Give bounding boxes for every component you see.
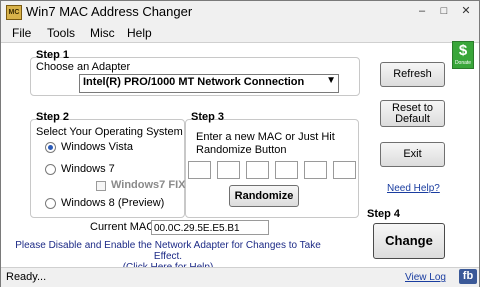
donate-label: Donate [454,60,472,66]
os-label: Select Your Operating System [36,126,183,138]
windows7-fix-checkbox[interactable] [96,181,106,191]
randomize-button[interactable]: Randomize [229,185,299,207]
mac-octet-6[interactable] [333,161,356,179]
menu-tools[interactable]: Tools [47,26,75,40]
note-line1: Please Disable and Enable the Network Ad… [15,240,321,262]
title-bar[interactable]: MC Win7 MAC Address Changer – □ ✕ [1,1,479,23]
option-windows-8-label: Windows 8 (Preview) [61,197,165,209]
mac-octet-1[interactable] [188,161,211,179]
step1-heading: Step 1 [36,49,70,61]
exit-button[interactable]: Exit [380,142,445,167]
adapter-select[interactable]: Intel(R) PRO/1000 MT Network Connection … [79,74,339,93]
current-mac-field: 00.0C.29.5E.E5.B1 [151,220,269,235]
mac-octet-5[interactable] [304,161,327,179]
change-label: Change [385,233,433,248]
refresh-label: Refresh [393,68,432,80]
randomize-label: Randomize [234,190,294,202]
current-mac-label: Current MAC [90,221,155,233]
windows7-fix-label: Windows7 FIX [111,179,186,191]
need-help-link[interactable]: Need Help? [387,183,440,194]
mac-octet-2[interactable] [217,161,240,179]
refresh-button[interactable]: Refresh [380,62,445,87]
facebook-icon[interactable]: fb [459,269,477,284]
donate-badge[interactable]: $ Donate [452,41,474,69]
window-title: Win7 MAC Address Changer [26,4,193,19]
step4-heading: Step 4 [367,208,401,220]
menu-bar: File Tools Misc Help [1,25,479,42]
adapter-selected-value: Intel(R) PRO/1000 MT Network Connection [83,76,305,88]
radio-windows-8[interactable] [45,198,56,209]
close-button[interactable]: ✕ [457,4,475,18]
maximize-button[interactable]: □ [435,4,453,18]
reset-label-line2: Default [395,113,430,125]
mac-instruction-line1: Enter a new MAC or Just Hit [196,131,335,143]
view-log-link[interactable]: View Log [405,272,446,283]
mac-octet-4[interactable] [275,161,298,179]
radio-windows-7[interactable] [45,164,56,175]
mac-octet-3[interactable] [246,161,269,179]
menu-help[interactable]: Help [127,26,152,40]
status-text: Ready... [6,271,47,283]
dollar-icon: $ [458,42,468,59]
minimize-button[interactable]: – [413,4,431,18]
mac-instruction-line2: Randomize Button [196,144,287,156]
exit-label: Exit [403,148,422,160]
adapter-label: Choose an Adapter [36,61,131,73]
step3-heading: Step 3 [191,111,225,123]
step2-heading: Step 2 [36,111,70,123]
radio-windows-vista[interactable] [45,142,56,153]
option-windows-vista-label: Windows Vista [61,141,133,153]
mac-changer-icon: MC [6,5,22,20]
menu-file[interactable]: File [12,26,31,40]
chevron-down-icon: ▼ [326,75,336,86]
menu-misc[interactable]: Misc [90,26,115,40]
reset-to-default-button[interactable]: Reset to Default [380,100,445,127]
app-window: MC Win7 MAC Address Changer – □ ✕ File T… [0,0,480,287]
option-windows-7-label: Windows 7 [61,163,115,175]
change-button[interactable]: Change [373,223,445,259]
